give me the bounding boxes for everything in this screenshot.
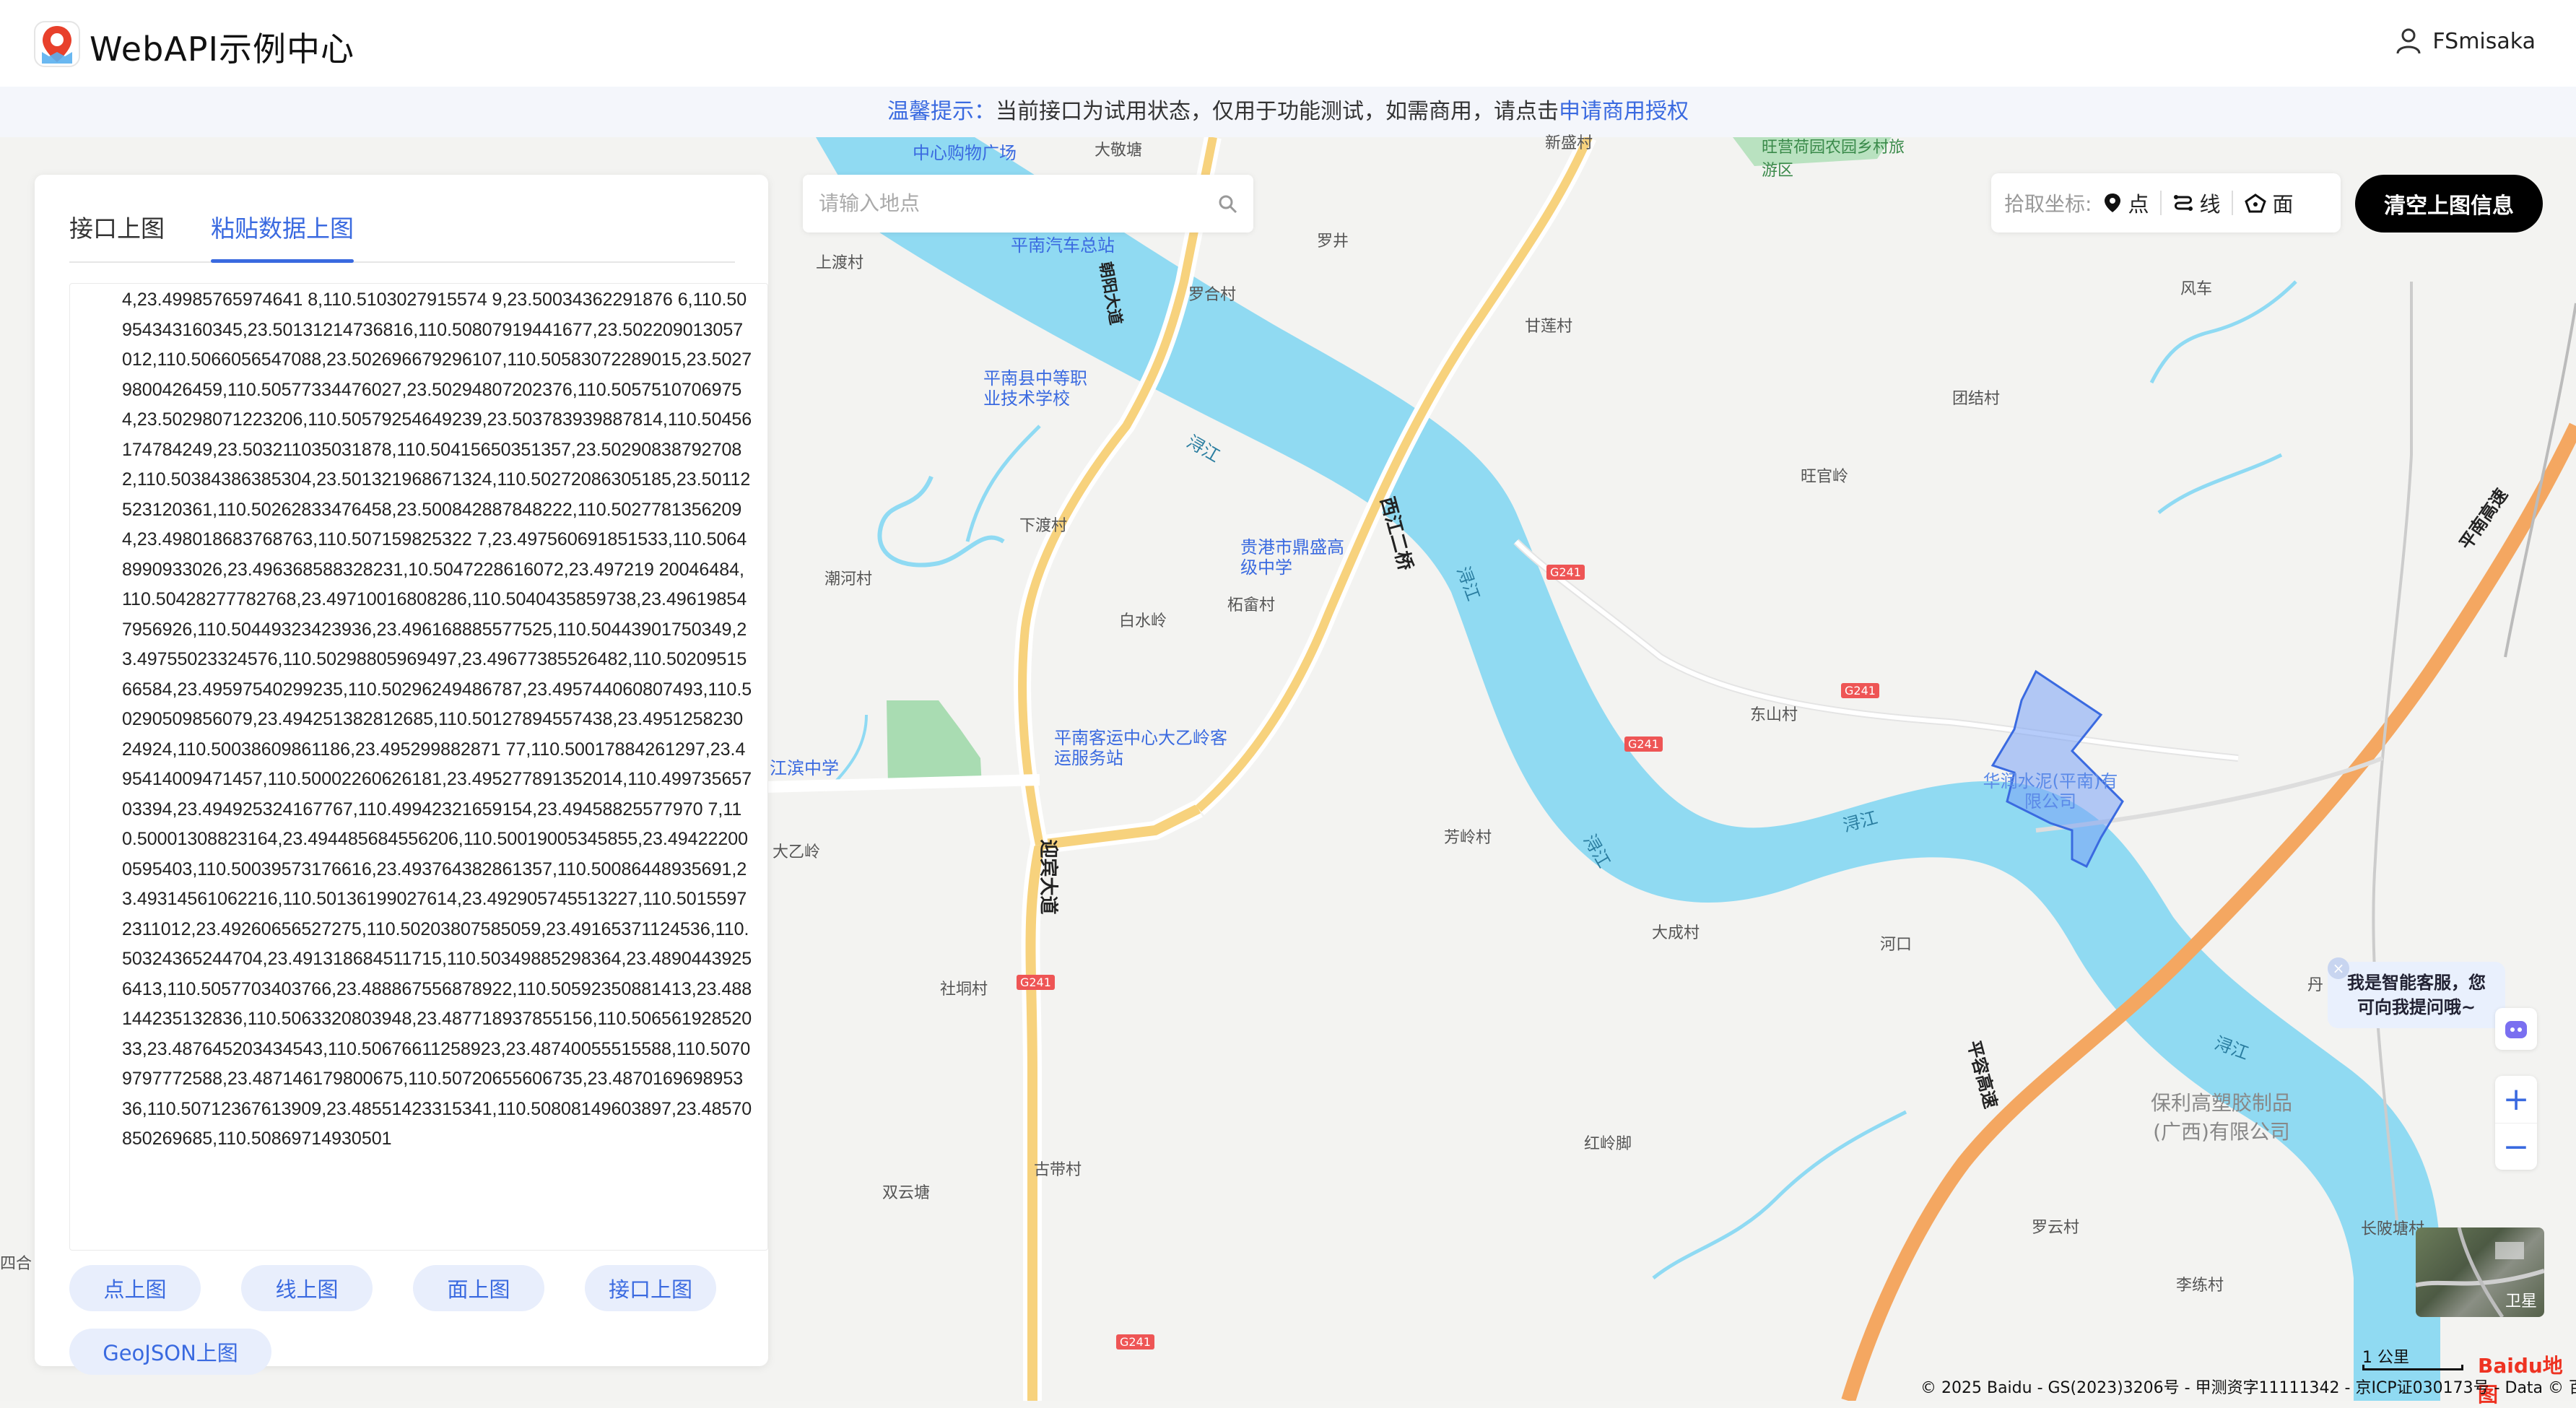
map-label-poi: 平南汽车总站 — [1011, 235, 1115, 256]
coordinates-textarea[interactable]: 4,23.49985765974641 8,110.5103027915574 … — [69, 283, 768, 1251]
panel-tabs: 接口上图 粘贴数据上图 — [69, 195, 735, 263]
pick-area-label: 面 — [2272, 192, 2294, 217]
divider — [2232, 191, 2234, 215]
search-icon[interactable] — [1217, 194, 1239, 215]
map-label-place: 潮河村 — [824, 570, 873, 588]
map-label-place: 红岭脚 — [1584, 1135, 1632, 1153]
point-upload-button[interactable]: 点上图 — [69, 1265, 201, 1311]
map-label-place: 古带村 — [1034, 1161, 1082, 1179]
polygon-icon — [2245, 194, 2267, 213]
map-label-poi: 江滨中学 — [770, 758, 839, 778]
map-label-place: 大敬塘 — [1095, 142, 1143, 160]
polygon-upload-button[interactable]: 面上图 — [413, 1265, 544, 1311]
map-label-road: 迎宾大道 — [1037, 839, 1059, 915]
map-label-place: 罗井 — [1317, 233, 1349, 251]
map-label-place: 新盛村 — [1545, 134, 1593, 152]
zoom-control: + − — [2495, 1076, 2537, 1170]
copyright-text: © 2025 Baidu - GS(2023)3206号 - 甲测资字11111… — [1920, 1379, 2576, 1397]
zoom-out-button[interactable]: − — [2495, 1123, 2537, 1170]
map-label-place: 河口 — [1880, 936, 1913, 954]
user-menu[interactable]: FSmisaka — [2396, 27, 2536, 55]
map-label-place: 罗合村 — [1188, 286, 1237, 304]
map-label-place: 柘畲村 — [1227, 596, 1276, 614]
pick-coordinates-toolbar: 拾取坐标: 点 线 面 — [1991, 173, 2341, 233]
pick-label: 拾取坐标: — [2004, 192, 2092, 216]
commercial-license-link[interactable]: 申请商用授权 — [1559, 99, 1689, 124]
map-search — [803, 175, 1253, 233]
pick-point-label: 点 — [2128, 192, 2149, 217]
chat-line-2: 可向我提问哦~ — [2357, 997, 2476, 1017]
pick-line-label: 线 — [2199, 192, 2221, 217]
map-shield: G241 — [1017, 975, 1055, 990]
map-label-place: 李练村 — [2176, 1277, 2224, 1295]
upload-buttons-row-2: GeoJSON上图 — [69, 1329, 271, 1375]
map-label-place: 芳岭村 — [1444, 829, 1492, 847]
map-label-poi: 平南客运中心大乙岭客运服务站 — [1054, 728, 1227, 768]
map-label-place: 长陂塘村 — [2361, 1220, 2425, 1238]
map-label-place: 双云塘 — [882, 1184, 931, 1202]
zoom-in-button[interactable]: + — [2495, 1076, 2537, 1123]
polyline-icon — [2174, 195, 2193, 211]
geojson-upload-button[interactable]: GeoJSON上图 — [69, 1329, 271, 1375]
user-icon — [2396, 28, 2421, 54]
notice-bar: 温馨提示：当前接口为试用状态，仅用于功能测试，如需商用，请点击申请商用授权 — [0, 87, 2576, 137]
pick-line-button[interactable]: 线 — [2173, 188, 2220, 218]
map-label-place: 罗云村 — [2032, 1219, 2080, 1237]
satellite-toggle[interactable]: 卫星 — [2416, 1227, 2544, 1317]
assistant-robot-icon[interactable] — [2495, 1008, 2537, 1050]
map-label-place: 团结村 — [1952, 390, 2001, 408]
map-label-place: 丹 — [2307, 976, 2324, 994]
map-shield: G241 — [1546, 565, 1585, 580]
notice-prefix: 温馨提示： — [887, 99, 996, 124]
map-label-poi: 中心购物广场 — [913, 143, 1017, 163]
close-icon[interactable]: × — [2328, 957, 2349, 979]
scale-bar — [2362, 1365, 2463, 1370]
search-input[interactable] — [819, 175, 1209, 233]
map-label-place: 四合 — [0, 1255, 32, 1273]
map-label-place: 东山村 — [1750, 706, 1798, 724]
pick-area-button[interactable]: 面 — [2245, 188, 2293, 218]
upload-panel: 接口上图 粘贴数据上图 4,23.49985765974641 8,110.51… — [35, 175, 768, 1375]
line-upload-button[interactable]: 线上图 — [241, 1265, 373, 1311]
map-label-poi: 贵港市鼎盛高级中学 — [1240, 537, 1344, 578]
map-label-place: 甘莲村 — [1525, 318, 1573, 336]
chat-line-1: 我是智能客服，您 — [2347, 973, 2486, 993]
notice-text: 当前接口为试用状态，仅用于功能测试，如需商用，请点击 — [996, 99, 1559, 124]
upload-buttons-row: 点上图 线上图 面上图 接口上图 — [69, 1265, 716, 1311]
map-label-place: 大乙岭 — [773, 843, 821, 861]
api-upload-button[interactable]: 接口上图 — [585, 1265, 716, 1311]
map-label-place: 下渡村 — [1019, 517, 1068, 535]
map-label-poi: 保利高塑胶制品(广西)有限公司 — [2150, 1091, 2292, 1144]
map-label-place: 旺营荷园农园乡村旅游区 — [1762, 139, 1905, 180]
tab-paste-upload[interactable]: 粘贴数据上图 — [211, 195, 354, 263]
map-label-place: 风车 — [2180, 280, 2213, 298]
tab-api-upload[interactable]: 接口上图 — [69, 195, 165, 261]
top-bar: WebAPI示例中心 FSmisaka — [0, 0, 2576, 87]
logo-icon — [34, 21, 80, 67]
map-label-place: 旺官岭 — [1801, 468, 1849, 486]
map-label-place: 大成村 — [1652, 924, 1700, 942]
map-label-place: 上渡村 — [816, 254, 864, 272]
clear-map-button[interactable]: 清空上图信息 — [2355, 175, 2543, 233]
map-shield: G241 — [1624, 736, 1663, 752]
map-label-poi: 华润水泥(平南)有限公司 — [1983, 771, 2118, 812]
map-label-poi: 平南县中等职业技术学校 — [983, 368, 1087, 409]
satellite-label: 卫星 — [2505, 1292, 2537, 1311]
map-shield: G241 — [1841, 683, 1879, 698]
pick-point-button[interactable]: 点 — [2103, 188, 2149, 218]
divider — [2160, 191, 2162, 215]
map-label-place: 白水岭 — [1119, 612, 1167, 630]
map-label-place: 社垌村 — [940, 981, 988, 999]
username: FSmisaka — [2432, 28, 2536, 54]
app-title: WebAPI示例中心 — [90, 30, 355, 69]
chat-bubble[interactable]: 我是智能客服，您 可向我提问哦~ — [2328, 962, 2505, 1028]
map-shield: G241 — [1116, 1334, 1154, 1350]
location-pin-icon — [2105, 194, 2121, 212]
